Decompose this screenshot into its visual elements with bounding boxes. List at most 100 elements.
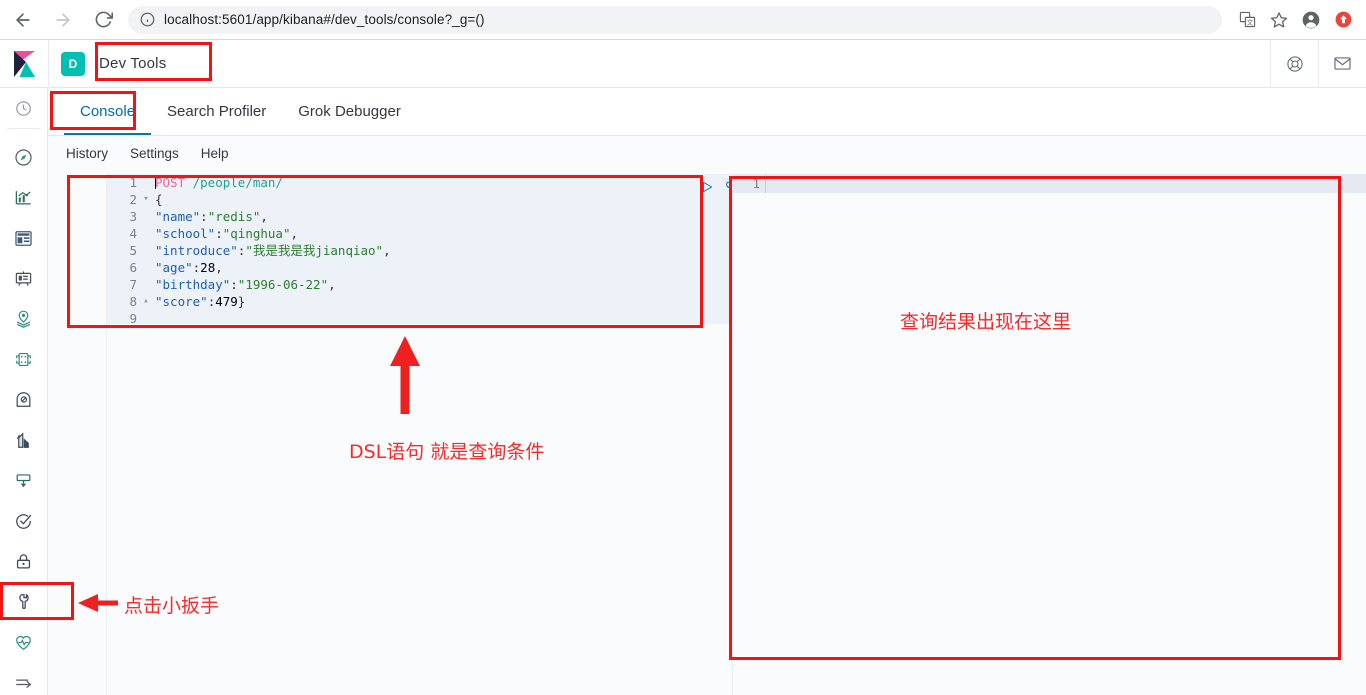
menu-help[interactable]: Help <box>201 146 229 161</box>
code-line: 1 POST /people/man/ <box>107 174 747 191</box>
code-text: POST /people/man/ <box>151 174 283 191</box>
response-output-panel[interactable]: 1 <box>732 174 1366 695</box>
response-output-empty-area[interactable] <box>733 193 1366 695</box>
reload-button[interactable] <box>86 3 120 37</box>
tab-grok-debugger[interactable]: Grok Debugger <box>282 88 417 135</box>
json-tail: } <box>237 294 246 309</box>
code-text: "age":28, <box>151 259 223 276</box>
sidebar-item-monitoring[interactable] <box>0 630 48 654</box>
code-text: { <box>155 192 163 207</box>
json-key: "birthday" <box>155 277 231 292</box>
infrastructure-icon <box>16 392 31 408</box>
kibana-logo[interactable] <box>0 50 48 77</box>
editor-left-gutter-bg <box>48 174 106 695</box>
sidebar-item-collapse-nav[interactable] <box>0 671 48 695</box>
envelope-icon[interactable] <box>1318 39 1366 88</box>
code-text: "introduce":"我是我是我jianqiao", <box>151 242 391 259</box>
line-number: 2 <box>107 191 141 208</box>
arrow-left-icon <box>16 12 30 27</box>
line-number: 1 <box>752 176 760 191</box>
json-value: "qinghua" <box>222 226 291 241</box>
line-number: 5 <box>107 242 141 259</box>
browser-actions: 文 <box>1232 5 1366 35</box>
arrow-collapse-icon <box>16 679 32 689</box>
sidebar-item-dashboard[interactable] <box>0 226 48 250</box>
profile-avatar-icon[interactable] <box>1296 5 1326 35</box>
kibana-logo-icon <box>13 50 35 77</box>
site-info-icon[interactable] <box>140 12 155 27</box>
bookmark-star-icon[interactable] <box>1264 5 1294 35</box>
sidebar-item-canvas[interactable] <box>0 266 48 290</box>
json-key: "name" <box>155 209 201 224</box>
sidebar-item-apm[interactable] <box>0 468 48 492</box>
code-text: "birthday":"1996-06-22", <box>151 276 336 293</box>
code-line: 3 "name":"redis", <box>107 208 747 225</box>
fold-marker[interactable] <box>141 276 151 293</box>
json-colon: : <box>230 277 238 292</box>
play-send-request-icon[interactable] <box>700 180 714 200</box>
fold-marker[interactable] <box>141 242 151 259</box>
json-value: "我是我是我jianqiao" <box>245 243 384 258</box>
logs-icon <box>16 432 29 448</box>
menu-settings[interactable]: Settings <box>130 146 179 161</box>
request-path: /people/man/ <box>185 175 283 190</box>
output-line: 1 <box>733 174 1366 193</box>
line-number: 8 <box>107 293 141 310</box>
sidebar-item-visualize[interactable] <box>0 185 48 209</box>
browser-toolbar: localhost:5601/app/kibana#/dev_tools/con… <box>0 0 1366 40</box>
fold-marker[interactable] <box>141 225 151 242</box>
app-badge: D <box>61 51 85 76</box>
line-number: 6 <box>107 259 141 276</box>
fold-marker[interactable]: ▾ <box>141 191 151 208</box>
compass-icon <box>15 149 32 166</box>
json-value: 28 <box>200 260 216 275</box>
sidebar-item-maps[interactable] <box>0 307 48 331</box>
clock-icon <box>16 100 31 116</box>
address-bar-url: localhost:5601/app/kibana#/dev_tools/con… <box>164 12 485 27</box>
bar-chart-icon <box>15 191 31 205</box>
fold-marker[interactable]: ▴ <box>141 293 151 310</box>
fold-marker[interactable] <box>141 174 151 191</box>
tab-console[interactable]: Console <box>64 88 151 135</box>
code-line: 8 ▴ "score":479} <box>107 293 747 310</box>
heart-pulse-icon <box>16 635 31 650</box>
request-editor-code[interactable]: 1 POST /people/man/ 2 ▾ { 3 "name":"redi… <box>107 174 747 327</box>
menu-history[interactable]: History <box>66 146 108 161</box>
address-bar[interactable]: localhost:5601/app/kibana#/dev_tools/con… <box>128 5 1222 34</box>
fold-marker[interactable] <box>141 208 151 225</box>
fold-marker[interactable] <box>141 259 151 276</box>
sidebar-item-infrastructure[interactable] <box>0 388 48 412</box>
request-editor-empty-area[interactable] <box>107 324 747 695</box>
json-key: "school" <box>155 226 216 241</box>
tab-search-profiler-label: Search Profiler <box>167 103 267 120</box>
json-value: "redis" <box>207 209 261 224</box>
sidebar-item-recently-viewed[interactable] <box>0 96 48 120</box>
translate-icon[interactable]: 文 <box>1232 5 1262 35</box>
screenshot-root: localhost:5601/app/kibana#/dev_tools/con… <box>0 0 1366 695</box>
help-lifebuoy-icon[interactable] <box>1270 39 1318 88</box>
http-method: POST <box>155 175 186 190</box>
annotation-wrench: 点击小扳手 <box>124 595 220 617</box>
sidebar-item-discover[interactable] <box>0 145 48 169</box>
sidebar-item-uptime[interactable] <box>0 509 48 533</box>
arrow-right-icon <box>56 12 70 27</box>
svg-text:文: 文 <box>1246 17 1253 26</box>
reload-icon <box>95 11 113 28</box>
tab-search-profiler[interactable]: Search Profiler <box>151 88 282 135</box>
header-right-actions <box>1270 39 1366 88</box>
devtools-tabbar: Console Search Profiler Grok Debugger <box>48 88 1366 136</box>
update-indicator-icon[interactable] <box>1328 5 1358 35</box>
back-button[interactable] <box>6 3 40 37</box>
sidebar-item-siem[interactable] <box>0 549 48 573</box>
tab-console-label: Console <box>80 103 136 120</box>
sidebar-item-logs[interactable] <box>0 428 48 452</box>
lock-icon <box>16 554 31 569</box>
code-line: 5 "introduce":"我是我是我jianqiao", <box>107 242 747 259</box>
sidebar-item-dev-tools[interactable] <box>0 590 48 614</box>
sidebar-item-machine-learning[interactable] <box>0 347 48 371</box>
json-tail: , <box>290 226 299 241</box>
forward-button[interactable] <box>46 3 80 37</box>
json-value: 479 <box>215 294 238 309</box>
machine-learning-icon <box>16 352 31 366</box>
